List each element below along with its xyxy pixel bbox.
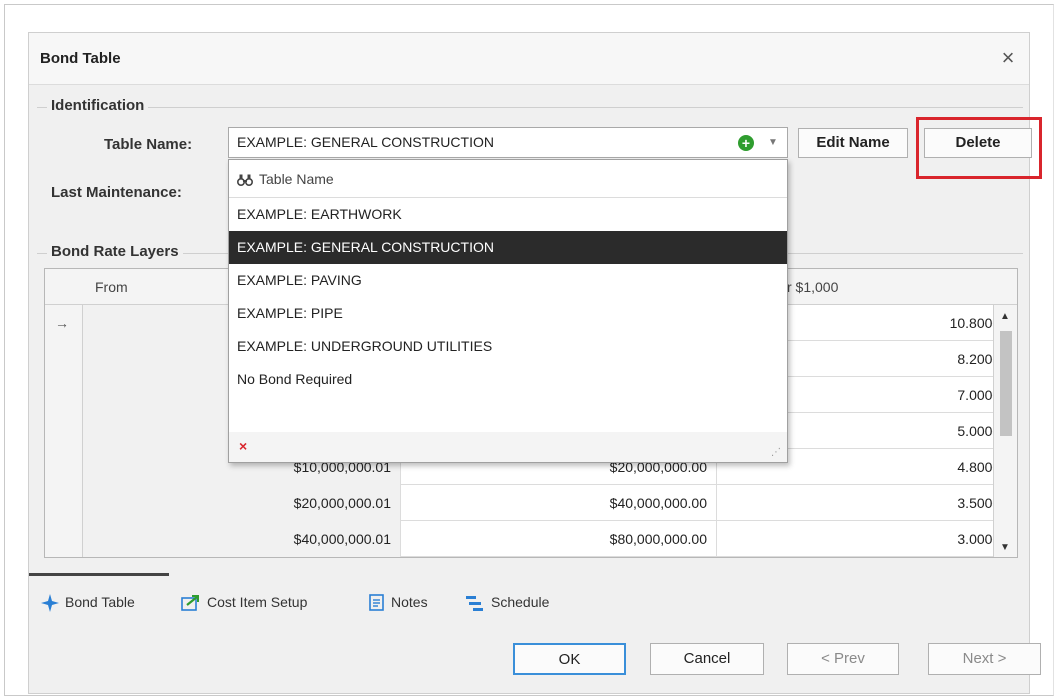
cell-from[interactable]: $20,000,000.01 [83, 485, 401, 521]
table-name-dropdown: Table Name EXAMPLE: EARTHWORK EXAMPLE: G… [228, 159, 788, 463]
cancel-button[interactable]: Cancel [650, 643, 764, 675]
ok-button[interactable]: OK [513, 643, 626, 675]
next-button[interactable]: Next > [928, 643, 1041, 675]
prev-button[interactable]: < Prev [787, 643, 899, 675]
cell-from[interactable]: $40,000,000.01 [83, 521, 401, 557]
dropdown-item[interactable]: EXAMPLE: PAVING [229, 264, 787, 297]
table-row[interactable]: $20,000,000.01 $40,000,000.00 3.50000 [83, 485, 1017, 521]
dropdown-item[interactable]: EXAMPLE: PIPE [229, 297, 787, 330]
close-icon[interactable]: × [997, 45, 1019, 71]
resize-grip-icon[interactable]: ⋰ [771, 447, 781, 458]
tab-label: Bond Table [65, 594, 135, 610]
tab-label: Schedule [491, 594, 550, 610]
delete-highlight-box [916, 117, 1042, 179]
binoculars-icon [237, 174, 253, 187]
table-name-value: EXAMPLE: GENERAL CONSTRUCTION [237, 134, 494, 150]
chevron-down-icon[interactable]: ▼ [762, 132, 784, 154]
bond-rate-layers-group-label: Bond Rate Layers [47, 243, 183, 260]
tab-label: Cost Item Setup [207, 594, 308, 610]
add-table-icon[interactable]: + [738, 135, 754, 151]
table-name-label: Table Name: [104, 136, 193, 153]
grid-vertical-scrollbar[interactable]: ▲ ▼ [993, 305, 1017, 557]
tab-label: Notes [391, 594, 428, 610]
export-arrow-icon [181, 595, 199, 612]
table-name-combobox[interactable]: EXAMPLE: GENERAL CONSTRUCTION + ▼ [228, 127, 788, 158]
scroll-down-icon[interactable]: ▼ [1000, 542, 1010, 553]
notes-icon [369, 594, 384, 612]
identification-group-line [37, 107, 1023, 108]
row-indicator-column: → [45, 305, 83, 557]
cell-to[interactable]: $40,000,000.00 [401, 485, 717, 521]
dialog-titlebar: Bond Table × [29, 33, 1029, 85]
tab-cost-item-setup[interactable]: Cost Item Setup [181, 589, 307, 615]
star-icon [41, 594, 59, 613]
scroll-up-icon[interactable]: ▲ [1000, 311, 1010, 322]
cell-rate[interactable]: 3.00000 [717, 521, 1017, 557]
bond-table-dialog: Bond Table × Identification Table Name: … [28, 32, 1042, 694]
cell-rate[interactable]: 3.50000 [717, 485, 1017, 521]
dropdown-header: Table Name [229, 160, 787, 198]
last-maintenance-label: Last Maintenance: [51, 184, 182, 201]
tab-notes[interactable]: Notes [369, 589, 428, 615]
identification-group-label: Identification [47, 97, 149, 114]
dropdown-item-selected[interactable]: EXAMPLE: GENERAL CONSTRUCTION [229, 231, 787, 264]
dropdown-item[interactable]: No Bond Required [229, 363, 787, 396]
dropdown-item[interactable]: EXAMPLE: EARTHWORK [229, 198, 787, 231]
clear-selection-icon[interactable]: × [239, 438, 247, 454]
dropdown-header-label: Table Name [259, 171, 334, 187]
cell-to[interactable]: $80,000,000.00 [401, 521, 717, 557]
tab-bond-table[interactable]: Bond Table [41, 589, 135, 615]
active-tab-indicator [29, 573, 169, 576]
tab-schedule[interactable]: Schedule [465, 589, 549, 615]
schedule-bars-icon [466, 596, 483, 612]
column-header-rate[interactable]: r $1,000 [787, 269, 838, 305]
dropdown-item[interactable]: EXAMPLE: UNDERGROUND UTILITIES [229, 330, 787, 363]
dialog-title: Bond Table [40, 50, 121, 67]
current-row-arrow-icon: → [55, 315, 69, 331]
column-header-from[interactable]: From [95, 269, 128, 305]
scroll-thumb[interactable] [1000, 331, 1012, 436]
dropdown-footer: × ⋰ [229, 432, 787, 462]
edit-name-button[interactable]: Edit Name [798, 128, 908, 158]
table-row[interactable]: $40,000,000.01 $80,000,000.00 3.00000 [83, 521, 1017, 557]
